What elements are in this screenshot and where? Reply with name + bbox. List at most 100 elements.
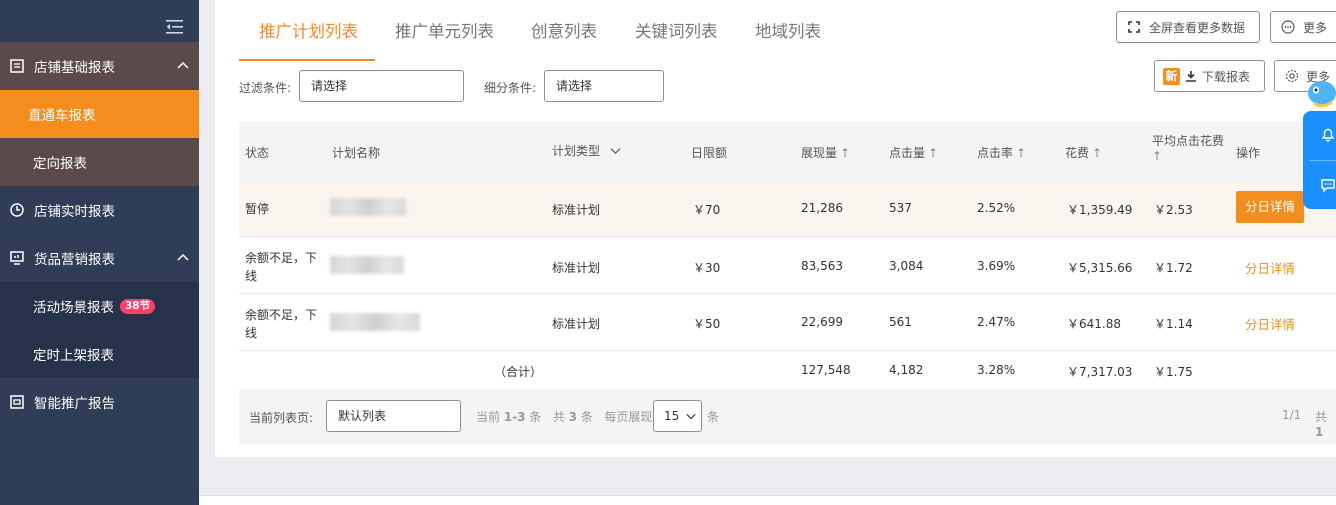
per-page-suffix: 条 [707, 410, 720, 424]
cell-plan-type: 标准计划 [552, 261, 601, 275]
sidebar-item-realtime[interactable]: 店铺实时报表 [0, 186, 199, 234]
total-impressions: 127,548 [801, 363, 851, 377]
cell-cost: ￥641.88 [1067, 317, 1121, 331]
sidebar-item-store-basic[interactable]: 店铺基础报表 [0, 42, 199, 90]
blurred-plan-name [330, 313, 420, 331]
sidebar-item-label: 货品营销报表 [34, 252, 115, 268]
sidebar-item-label: 定时上架报表 [33, 348, 114, 364]
sidebar: 店铺基础报表 直通车报表 定向报表 店铺实时报表 货品营销报表 活动场景报表 3… [0, 0, 199, 505]
cell-avg-cpc: ￥1.14 [1154, 317, 1193, 331]
header-ctr[interactable]: 点击率 ↑ [977, 144, 1026, 161]
segment-select[interactable]: 请选择 [544, 70, 664, 102]
cell-cost: ￥5,315.66 [1067, 261, 1133, 275]
sidebar-item-zhitongche[interactable]: 直通车报表 [0, 90, 199, 138]
tab-creative-list[interactable]: 创意列表 [531, 18, 597, 42]
total-clicks: 4,182 [889, 363, 924, 377]
cell-cost: ￥1,359.49 [1067, 203, 1133, 217]
header-ctr-label: 点击率 [977, 146, 1014, 160]
table-total-row: （合计） 127,548 4,182 3.28% ￥7,317.03 ￥1.75 [239, 351, 1336, 389]
header-cost[interactable]: 花费 ↑ [1065, 144, 1102, 161]
daily-detail-link[interactable]: 分日详情 [1245, 314, 1295, 333]
menu-fold-icon [166, 20, 183, 34]
total-value: 3 [568, 410, 578, 424]
document-icon [10, 59, 24, 73]
sidebar-item-activity-scene[interactable]: 活动场景报表 38节 [0, 282, 199, 330]
sort-arrow-icon: ↑ [1092, 146, 1103, 160]
header-clicks-label: 点击量 [889, 146, 926, 160]
cell-impressions: 21,286 [801, 201, 843, 215]
cell-ctr: 2.52% [977, 201, 1016, 215]
total-count: 共 1 [1315, 408, 1336, 439]
cell-avg-cpc: ￥2.53 [1154, 203, 1193, 217]
mascot-icon [1308, 81, 1336, 108]
header-action: 操作 [1236, 146, 1261, 160]
range-info: 当前 1-3 条 共 3 条 每页展现 [476, 408, 652, 425]
float-divider [1309, 160, 1336, 161]
cell-clicks: 561 [889, 315, 912, 329]
header-avg-cpc[interactable]: 平均点击花费 ↑ [1152, 132, 1224, 163]
sidebar-collapse-button[interactable] [0, 0, 199, 42]
table-header: 状态 计划名称 计划类型 日限额 展现量 ↑ 点击量 ↑ 点击率 ↑ 花费 ↑ 平均点击… [239, 122, 1336, 180]
total-cost: ￥7,317.03 [1067, 365, 1133, 379]
total-count-prefix: 共 [1315, 410, 1328, 424]
tab-plan-list[interactable]: 推广计划列表 [259, 18, 358, 42]
header-clicks[interactable]: 点击量 ↑ [889, 144, 938, 161]
download-report-button[interactable]: 新 下载报表 [1154, 60, 1265, 92]
chat-icon[interactable] [1320, 177, 1336, 193]
current-list-select[interactable]: 默认列表 [326, 400, 461, 432]
header-plan-name: 计划名称 [332, 146, 381, 160]
cell-status: 暂停 [245, 202, 270, 216]
monitor-chart-icon [10, 251, 24, 265]
header-avg-cpc-label: 平均点击花费 [1152, 134, 1225, 148]
header-plan-type-label: 计划类型 [552, 144, 601, 158]
report-box-icon [10, 395, 24, 409]
sidebar-item-label: 智能推广报告 [34, 396, 115, 412]
clock-icon [10, 203, 24, 217]
table-row: 余额不足，下线 标准计划 ￥50 22,699 561 2.47% ￥641.8… [239, 294, 1336, 351]
per-page-select[interactable]: 15 [653, 400, 702, 432]
daily-detail-button[interactable]: 分日详情 [1236, 191, 1304, 223]
current-list-label: 当前列表页: [249, 411, 314, 425]
tab-region-list[interactable]: 地域列表 [755, 18, 821, 42]
cell-daily-limit: ￥70 [693, 203, 721, 217]
range-value: 1-3 [503, 410, 526, 424]
sidebar-item-targeting[interactable]: 定向报表 [0, 138, 199, 186]
chevron-up-icon [177, 61, 189, 69]
sidebar-item-label: 直通车报表 [28, 108, 96, 124]
sidebar-item-smart-report[interactable]: 智能推广报告 [0, 378, 199, 426]
more-circle-icon [1281, 20, 1295, 34]
header-impressions-label: 展现量 [801, 146, 838, 160]
sidebar-item-goods-marketing[interactable]: 货品营销报表 [0, 234, 199, 282]
per-page-label: 每页展现 [604, 410, 653, 424]
fullscreen-button[interactable]: 全屏查看更多数据 [1116, 11, 1260, 43]
header-status: 状态 [245, 146, 270, 160]
fullscreen-label: 全屏查看更多数据 [1149, 20, 1246, 35]
more-button[interactable]: 更多 [1270, 11, 1336, 43]
header-plan-type[interactable]: 计划类型 [552, 142, 621, 159]
range-prefix: 当前 [476, 410, 501, 424]
table-row: 暂停 标准计划 ￥70 21,286 537 2.52% ￥1,359.49 ￥… [239, 180, 1336, 237]
sort-arrow-icon: ↑ [840, 146, 851, 160]
total-suffix: 条 [580, 410, 593, 424]
cell-status: 余额不足，下线 [245, 308, 318, 340]
table-footer: 当前列表页: 默认列表 当前 1-3 条 共 3 条 每页展现 15 条 1/1… [239, 389, 1336, 444]
active-tab-underline [239, 59, 375, 61]
header-impressions[interactable]: 展现量 ↑ [801, 144, 850, 161]
daily-detail-link[interactable]: 分日详情 [1245, 258, 1295, 277]
bell-icon[interactable] [1320, 126, 1336, 142]
chevron-down-icon [686, 413, 696, 420]
filter-select[interactable]: 请选择 [299, 70, 464, 102]
cell-ctr: 2.47% [977, 315, 1016, 329]
cell-clicks: 3,084 [889, 259, 924, 273]
cell-ctr: 3.69% [977, 259, 1016, 273]
total-avg-cpc: ￥1.75 [1154, 365, 1193, 379]
sidebar-item-timed-listing[interactable]: 定时上架报表 [0, 330, 199, 378]
chevron-down-icon [610, 148, 621, 155]
tab-unit-list[interactable]: 推广单元列表 [395, 18, 494, 42]
table-row: 余额不足，下线 标准计划 ￥30 83,563 3,084 3.69% ￥5,3… [239, 237, 1336, 294]
tab-keyword-list[interactable]: 关键词列表 [635, 18, 718, 42]
floating-service-panel [1303, 111, 1336, 209]
gear-icon [1285, 69, 1299, 83]
total-count-value: 1 [1315, 425, 1324, 439]
total-label: （合计） [494, 365, 543, 379]
